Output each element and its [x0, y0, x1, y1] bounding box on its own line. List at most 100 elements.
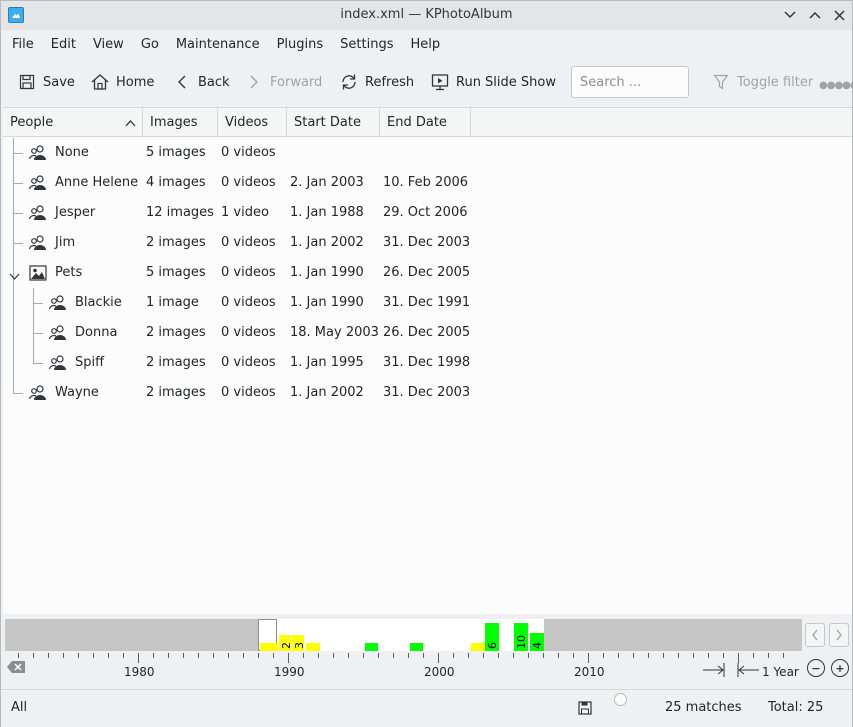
forward-label: Forward: [270, 74, 323, 90]
ruler-tick: [723, 653, 724, 658]
menu-file[interactable]: File: [5, 31, 41, 58]
ruler-tick: [423, 653, 424, 658]
row-name: Wayne: [55, 385, 99, 400]
row-start-date: 1. Jan 2002: [290, 385, 364, 400]
ruler-tick: [78, 653, 79, 658]
ruler-tick: [738, 653, 739, 663]
menu-view[interactable]: View: [86, 31, 131, 58]
tree-row[interactable]: Anne Helene 4 images 0 videos 2. Jan 2003 10…: [3, 168, 852, 198]
ruler-tick: [363, 653, 364, 658]
timeline-scroll-right-button[interactable]: [829, 623, 849, 647]
toggle-filter-button[interactable]: Toggle filter: [712, 70, 813, 94]
year-label: 1980: [124, 665, 155, 679]
tree-row[interactable]: Jesper 12 images 1 video 1. Jan 1988 29. Oct…: [3, 198, 852, 228]
tree-connector: [33, 363, 43, 364]
column-header-end-date[interactable]: End Date: [380, 108, 471, 137]
tree-row[interactable]: Pets 5 images 0 videos 1. Jan 1990 26. Dec 2…: [3, 258, 852, 288]
search-input[interactable]: [571, 66, 689, 98]
ruler-tick: [378, 653, 379, 658]
menu-plugins[interactable]: Plugins: [270, 31, 331, 58]
column-header-images[interactable]: Images: [143, 108, 218, 137]
year-label: 2010: [574, 665, 605, 679]
status-total: Total: 25: [768, 700, 824, 715]
ruler-tick: [648, 653, 649, 658]
run-slideshow-button[interactable]: Run Slide Show: [431, 70, 556, 94]
column-header-videos[interactable]: Videos: [218, 108, 287, 137]
tree-row[interactable]: Blackie 1 image 0 videos 1. Jan 1990 31. Dec…: [3, 288, 852, 318]
ruler-tick: [678, 653, 679, 658]
menu-maintenance[interactable]: Maintenance: [169, 31, 267, 58]
toolbar-overflow-icon[interactable]: ●●●●●: [819, 80, 853, 91]
date-timeline[interactable]: 2 3 6 10 4 1980 1990 2000 2010 1 Year − +: [3, 615, 852, 687]
column-header-people[interactable]: People: [3, 108, 143, 137]
menu-go[interactable]: Go: [134, 31, 166, 58]
ruler-tick: [18, 653, 19, 658]
filter-icon: [712, 73, 730, 91]
minimize-icon[interactable]: [781, 6, 799, 24]
row-images-count: 1 image: [146, 295, 199, 310]
tree-row[interactable]: Donna 2 images 0 videos 18. May 2003 26. Dec…: [3, 318, 852, 348]
timeline-scroll-left-button[interactable]: [805, 623, 825, 647]
ruler-tick: [63, 653, 64, 658]
menu-help[interactable]: Help: [403, 31, 447, 58]
row-start-date: 18. May 2003: [290, 325, 379, 340]
menu-settings[interactable]: Settings: [333, 31, 400, 58]
save-icon: [18, 73, 36, 91]
menu-edit[interactable]: Edit: [44, 31, 83, 58]
people-icon: [28, 205, 47, 221]
menu-bar: File Edit View Go Maintenance Plugins Se…: [1, 31, 852, 58]
ruler-tick: [768, 653, 769, 658]
clear-date-range-icon[interactable]: [7, 661, 25, 677]
status-bar: All 25 matches Total: 25: [1, 689, 852, 727]
people-icon: [28, 235, 47, 251]
row-videos-count: 0 videos: [221, 355, 276, 370]
ruler-tick: [498, 653, 499, 658]
year-label: 2000: [424, 665, 455, 679]
ruler-tick: [663, 653, 664, 658]
tree-row[interactable]: Spiff 2 images 0 videos 1. Jan 1995 31. Dec …: [3, 348, 852, 378]
row-name: Blackie: [75, 295, 122, 310]
ruler-tick: [348, 653, 349, 658]
refresh-label: Refresh: [365, 74, 415, 90]
tree-connector: [13, 153, 23, 154]
forward-button[interactable]: Forward: [245, 70, 322, 94]
save-button[interactable]: Save: [18, 70, 75, 94]
histogram-count-label: 6: [486, 642, 499, 649]
row-name: Donna: [75, 325, 118, 340]
ruler-tick: [183, 653, 184, 658]
expand-chevron-icon[interactable]: [9, 269, 20, 280]
zoom-out-icon[interactable]: −: [807, 659, 825, 677]
refresh-button[interactable]: Refresh: [340, 70, 414, 94]
people-icon: [28, 145, 47, 161]
row-videos-count: 0 videos: [221, 235, 276, 250]
ruler-tick: [513, 653, 514, 658]
row-videos-count: 1 video: [221, 205, 269, 220]
ruler-tick: [168, 653, 169, 658]
row-end-date: 29. Oct 2006: [383, 205, 468, 220]
ruler-tick: [618, 653, 619, 658]
category-tree-view[interactable]: People Images Videos Start Date End Date…: [3, 107, 852, 614]
zoom-in-icon[interactable]: +: [831, 659, 849, 677]
maximize-icon[interactable]: [806, 6, 824, 24]
row-videos-count: 0 videos: [221, 295, 276, 310]
tree-row[interactable]: Jim 2 images 0 videos 1. Jan 2002 31. Dec 20…: [3, 228, 852, 258]
tree-row[interactable]: None 5 images 0 videos: [3, 138, 852, 168]
ruler-tick: [438, 653, 439, 663]
tree-row[interactable]: Wayne 2 images 0 videos 1. Jan 2002 31. Dec …: [3, 378, 852, 408]
home-button[interactable]: Home: [91, 70, 154, 94]
ruler-tick: [573, 653, 574, 658]
row-images-count: 4 images: [146, 175, 206, 190]
close-icon[interactable]: [830, 6, 848, 24]
histogram-count-label: 10: [515, 635, 528, 649]
row-images-count: 12 images: [146, 205, 214, 220]
column-header-start-date[interactable]: Start Date: [287, 108, 380, 137]
home-label: Home: [116, 74, 155, 90]
back-button[interactable]: Back: [173, 70, 230, 94]
histogram-bar: [365, 643, 378, 651]
row-end-date: 31. Dec 1991: [383, 295, 471, 310]
status-matches: 25 matches: [665, 700, 742, 715]
ruler-tick: [288, 653, 289, 663]
people-icon: [28, 175, 47, 191]
row-videos-count: 0 videos: [221, 265, 276, 280]
row-end-date: 26. Dec 2005: [383, 265, 471, 280]
